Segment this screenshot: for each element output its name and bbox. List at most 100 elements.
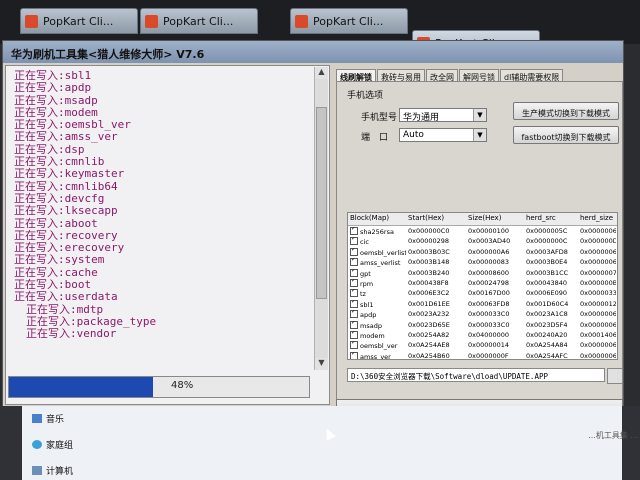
log-line: 正在写入:lksecapp	[14, 204, 118, 218]
table-cell: 0x00063FD8	[468, 299, 510, 308]
checkbox[interactable]	[350, 227, 358, 235]
table-row[interactable]: oemsbl_ver 0x0A254AE8 0x00000014 0x0A254A84…	[348, 340, 617, 350]
block-name: cic	[360, 238, 369, 247]
desktop-area: 音乐 家庭组 计算机	[0, 406, 640, 480]
music-icon	[32, 414, 42, 423]
checkbox[interactable]	[350, 237, 358, 246]
row-checkbox-cell: oemsbl_verlist	[350, 247, 406, 257]
browser-tab[interactable]: PopKart Cli...	[290, 8, 408, 34]
table-cell: 0x00000298	[408, 237, 450, 246]
partition-table: Block(Map) Start(Hex) Size(Hex) herd_src…	[347, 212, 618, 360]
table-cell: 0x0023A1C8	[526, 310, 568, 319]
chevron-down-icon: ▼	[473, 109, 486, 121]
table-row[interactable]: amss_verlist 0x0003B148 0x00000083 0x0003B0…	[348, 257, 617, 267]
scroll-up-icon[interactable]: ▲	[315, 67, 328, 79]
row-checkbox-cell: gpt	[350, 268, 406, 278]
browse-button[interactable]	[607, 368, 623, 384]
table-cell: 0x000033C0	[468, 320, 510, 329]
table-row[interactable]: sbl1 0x001D61EE 0x00063FD8 0x001D60C4 0x0000…	[348, 299, 617, 309]
nav-item-label: 家庭组	[46, 441, 74, 451]
browser-tab[interactable]: PopKart Cli...	[140, 8, 258, 34]
table-cell: 0x0003AD40	[468, 237, 511, 246]
table-row[interactable]: gpt 0x0003B240 0x00008600 0x0003B1CC 0x00000…	[348, 268, 617, 278]
table-row[interactable]: amss_ver 0x0A254B60 0x0000000F 0x0A254AFC 0x…	[348, 351, 617, 359]
table-cell: 0x000000D8	[580, 237, 616, 246]
log-line: 正在写入:amss_ver	[14, 130, 118, 144]
checkbox[interactable]	[350, 341, 358, 350]
progress-fill	[9, 377, 153, 397]
nav-item-label: 计算机	[46, 467, 74, 477]
checkbox[interactable]	[350, 268, 358, 277]
column-header[interactable]: herd_size	[580, 214, 616, 222]
checkbox[interactable]	[350, 330, 358, 339]
table-row[interactable]: tz 0x0006E3C2 0x00167D00 0x0006E090 0x000003…	[348, 288, 617, 298]
switch-fastboot-download-button[interactable]: fastboot切换到下载模式	[513, 126, 619, 144]
table-row[interactable]: rpm 0x000438F8 0x00024798 0x00043840 0x00000…	[348, 278, 617, 288]
browser-tab[interactable]: PopKart Cli...	[20, 8, 138, 34]
table-cell: 0x0023D65E	[408, 320, 450, 329]
table-row[interactable]: apdp 0x0023A232 0x000033C0 0x0023A1C8 0x0000…	[348, 309, 617, 319]
column-header[interactable]: herd_src	[526, 214, 580, 222]
checkbox[interactable]	[350, 299, 358, 308]
table-cell: 0x00000064	[580, 247, 616, 256]
table-header: Block(Map) Start(Hex) Size(Hex) herd_src…	[348, 213, 617, 226]
section-label: 手机选项	[347, 91, 384, 101]
table-cell: 0x0003B0E4	[526, 258, 568, 267]
switch-production-download-button[interactable]: 生产模式切换到下载模式	[513, 102, 619, 120]
table-cell: 0x00024798	[468, 278, 510, 287]
checkbox[interactable]	[350, 247, 358, 256]
nav-item-homegroup[interactable]: 家庭组	[32, 438, 73, 451]
table-row[interactable]: oemsbl_verlist0x0003B03C 0x000000A6 0x0003…	[348, 247, 617, 257]
table-cell: 0x001D61EE	[408, 299, 450, 308]
row-checkbox-cell: cic	[350, 237, 406, 246]
browser-tab-strip: PopKart Cli... PopKart Cli... PopKart Cl…	[0, 0, 640, 44]
table-cell: 0x000000C0	[408, 227, 450, 235]
row-checkbox-cell: msadp	[350, 320, 406, 330]
block-name: sbl1	[360, 300, 374, 309]
table-cell: 0x00000083	[468, 258, 510, 267]
column-header[interactable]: Start(Hex)	[408, 214, 466, 222]
table-cell: 0x0003B03C	[408, 247, 450, 256]
corner-text: ...机工具集 ...	[588, 431, 638, 440]
row-checkbox-cell: sha256rsa	[350, 227, 406, 236]
block-name: tz	[360, 290, 366, 299]
table-cell: 0x00254A82	[408, 330, 450, 339]
table-cell: 0x000438F8	[408, 278, 449, 287]
table-cell: 0x00008600	[468, 268, 510, 277]
checkbox[interactable]	[350, 278, 358, 287]
table-row[interactable]: cic 0x00000298 0x0003AD40 0x0000000C 0x00000…	[348, 236, 617, 246]
log-line: 正在写入:system	[14, 253, 105, 267]
checkbox[interactable]	[350, 258, 358, 267]
port-value: Auto	[403, 130, 424, 140]
table-cell: 0x0A254AE8	[408, 341, 450, 350]
checkbox[interactable]	[350, 320, 358, 329]
table-cell: 0x0000012A	[580, 299, 616, 308]
scroll-down-icon[interactable]: ▼	[315, 358, 328, 370]
table-cell: 0x0023D5F4	[526, 320, 568, 329]
row-checkbox-cell: modem	[350, 330, 406, 340]
nav-item-music[interactable]: 音乐	[32, 412, 64, 425]
checkbox[interactable]	[350, 289, 358, 298]
column-header[interactable]: Block(Map)	[350, 214, 406, 222]
table-row[interactable]: modem 0x00254A82 0x04000000 0x00240A20 0x000…	[348, 330, 617, 340]
log-scrollbar[interactable]: ▲ ▼	[314, 67, 328, 370]
checkbox[interactable]	[350, 310, 358, 319]
nav-item-label: 音乐	[46, 415, 65, 425]
column-header[interactable]: Size(Hex)	[468, 214, 524, 222]
table-cell: 0x000000B8	[580, 278, 616, 287]
checkbox[interactable]	[350, 351, 358, 359]
model-select[interactable]: 华为通用 ▼	[399, 108, 487, 123]
table-cell: 0x0023A232	[408, 310, 450, 319]
nav-item-computer[interactable]: 计算机	[32, 464, 73, 477]
port-select[interactable]: Auto ▼	[399, 128, 487, 142]
progress-label: 48%	[171, 380, 194, 391]
block-name: amss_verlist	[360, 259, 401, 268]
table-cell: 0x00000074	[580, 268, 616, 277]
file-path-field[interactable]: D:\360安全浏览器下载\Software\dload\UPDATE.APP	[347, 368, 605, 382]
scroll-thumb[interactable]	[316, 107, 327, 299]
table-cell: 0x04000000	[468, 330, 510, 339]
table-cell: 0x0000000C	[526, 237, 568, 246]
table-row[interactable]: sha256rsa 0x000000C0 0x00000100 0x0000005C 0…	[348, 226, 617, 236]
table-cell: 0x00000100	[468, 227, 510, 235]
table-row[interactable]: msadp 0x0023D65E 0x000033C0 0x0023D5F4 0x000…	[348, 320, 617, 330]
